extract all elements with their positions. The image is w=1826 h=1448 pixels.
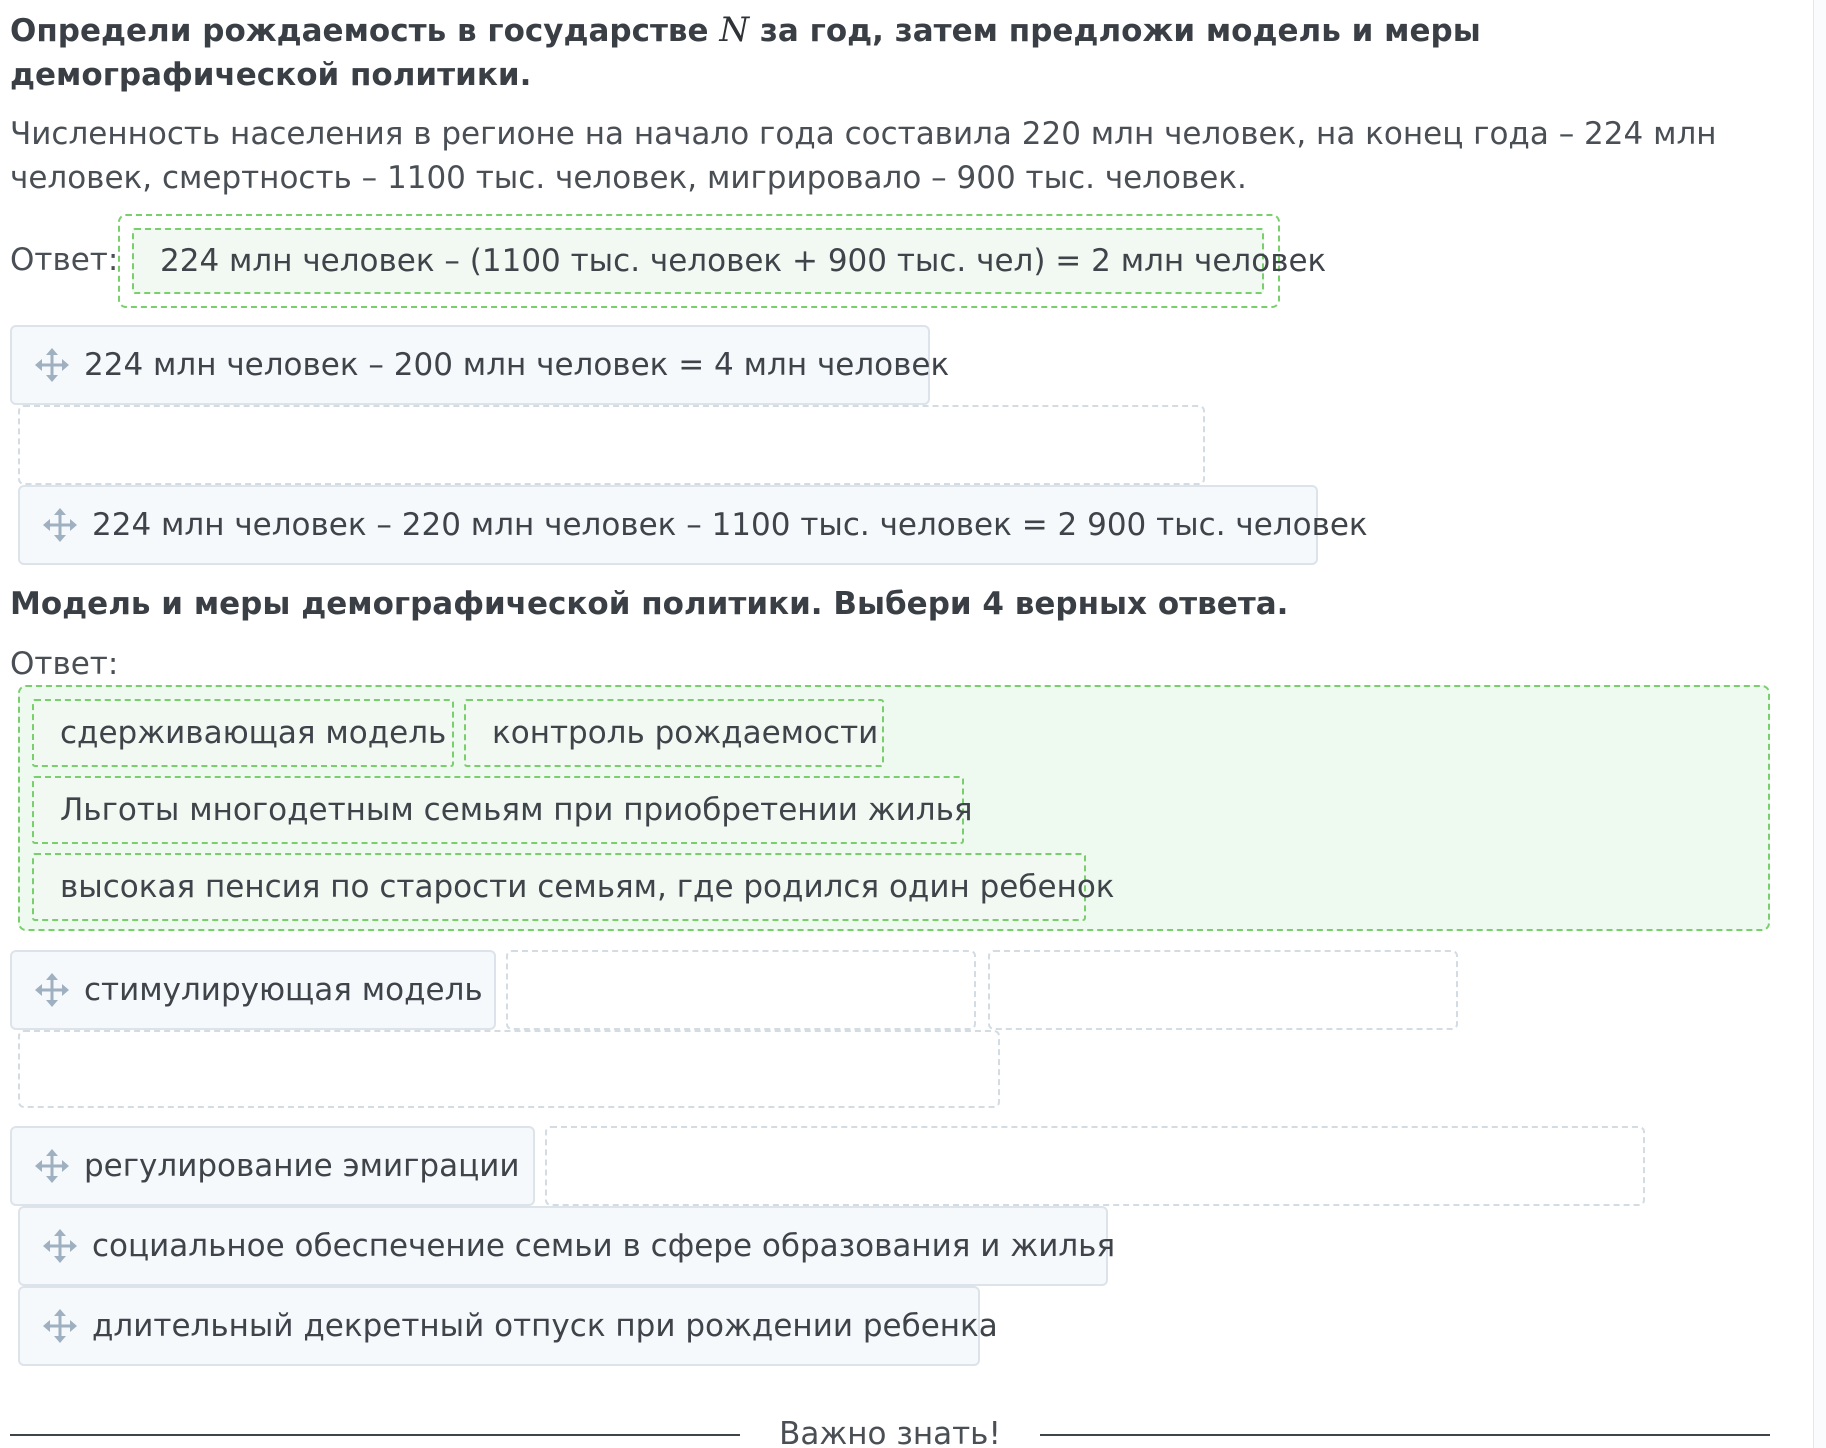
option-chip-1[interactable]: 224 млн человек – 200 млн человек = 4 мл… <box>10 325 949 405</box>
move-arrows-icon[interactable] <box>42 1228 78 1264</box>
task-title-text: Определи рождаемость в государстве <box>10 13 720 49</box>
empty-slot[interactable] <box>18 1030 1000 1108</box>
empty-slot[interactable] <box>545 1126 1645 1206</box>
answer-chip-label: высокая пенсия по старости семьям, где р… <box>60 869 1115 905</box>
answer-chip-label: Льготы многодетным семьям при приобретен… <box>60 792 973 828</box>
move-arrows-icon[interactable] <box>42 507 78 543</box>
task-page: Определи рождаемость в государстве N за … <box>0 0 1826 1448</box>
answer-label-2: Ответ: <box>10 646 119 682</box>
answer-chip[interactable]: высокая пенсия по старости семьям, где р… <box>32 853 1115 921</box>
move-arrows-icon[interactable] <box>42 1308 78 1344</box>
answer-drop-zone-1[interactable]: 224 млн человек – (1100 тыс. человек + 9… <box>118 214 1326 308</box>
option-label: регулирование эмиграции <box>84 1148 520 1184</box>
task-description: Численность населения в регионе на начал… <box>10 116 1717 196</box>
task-variable: N <box>719 10 750 50</box>
option-chip-5[interactable]: социальное обеспечение семьи в сфере обр… <box>18 1206 1115 1286</box>
answer-chip-label: 224 млн человек – (1100 тыс. человек + 9… <box>160 243 1327 279</box>
move-arrows-icon[interactable] <box>34 972 70 1008</box>
option-chip-2[interactable]: 224 млн человек – 220 млн человек – 1100… <box>18 485 1368 565</box>
section-title: Модель и меры демографической политики. … <box>10 586 1289 622</box>
option-label: стимулирующая модель <box>84 972 483 1008</box>
important-note-link[interactable]: Важно знать! <box>740 1412 1040 1448</box>
divider-right <box>1040 1434 1770 1436</box>
answer-chip[interactable]: сдерживающая модель <box>32 699 454 767</box>
option-chip-6[interactable]: длительный декретный отпуск при рождении… <box>18 1286 998 1366</box>
empty-slot[interactable] <box>506 950 976 1030</box>
answer-chip-birthrate[interactable]: 224 млн человек – (1100 тыс. человек + 9… <box>132 228 1326 294</box>
option-label: 224 млн человек – 220 млн человек – 1100… <box>92 507 1368 543</box>
task-title: Определи рождаемость в государстве N за … <box>10 8 1770 97</box>
answer-drop-zone-2[interactable]: сдерживающая модель контроль рождаемости… <box>18 685 1770 931</box>
scrollbar-track[interactable] <box>1813 0 1826 1448</box>
option-label: длительный декретный отпуск при рождении… <box>92 1308 998 1344</box>
answer-label-1: Ответ: <box>10 242 119 278</box>
option-label: социальное обеспечение семьи в сфере обр… <box>92 1228 1116 1264</box>
empty-slot[interactable] <box>988 950 1458 1030</box>
answer-chip-label: контроль рождаемости <box>492 715 879 751</box>
move-arrows-icon[interactable] <box>34 347 70 383</box>
answer-chip[interactable]: контроль рождаемости <box>464 699 884 767</box>
answer-chip[interactable]: Льготы многодетным семьям при приобретен… <box>32 776 973 844</box>
empty-slot[interactable] <box>18 405 1205 485</box>
answer-chip-label: сдерживающая модель <box>60 715 447 751</box>
option-label: 224 млн человек – 200 млн человек = 4 мл… <box>84 347 950 383</box>
move-arrows-icon[interactable] <box>34 1148 70 1184</box>
option-chip-4[interactable]: регулирование эмиграции <box>10 1126 535 1206</box>
option-chip-3[interactable]: стимулирующая модель <box>10 950 496 1030</box>
divider-left <box>10 1434 740 1436</box>
